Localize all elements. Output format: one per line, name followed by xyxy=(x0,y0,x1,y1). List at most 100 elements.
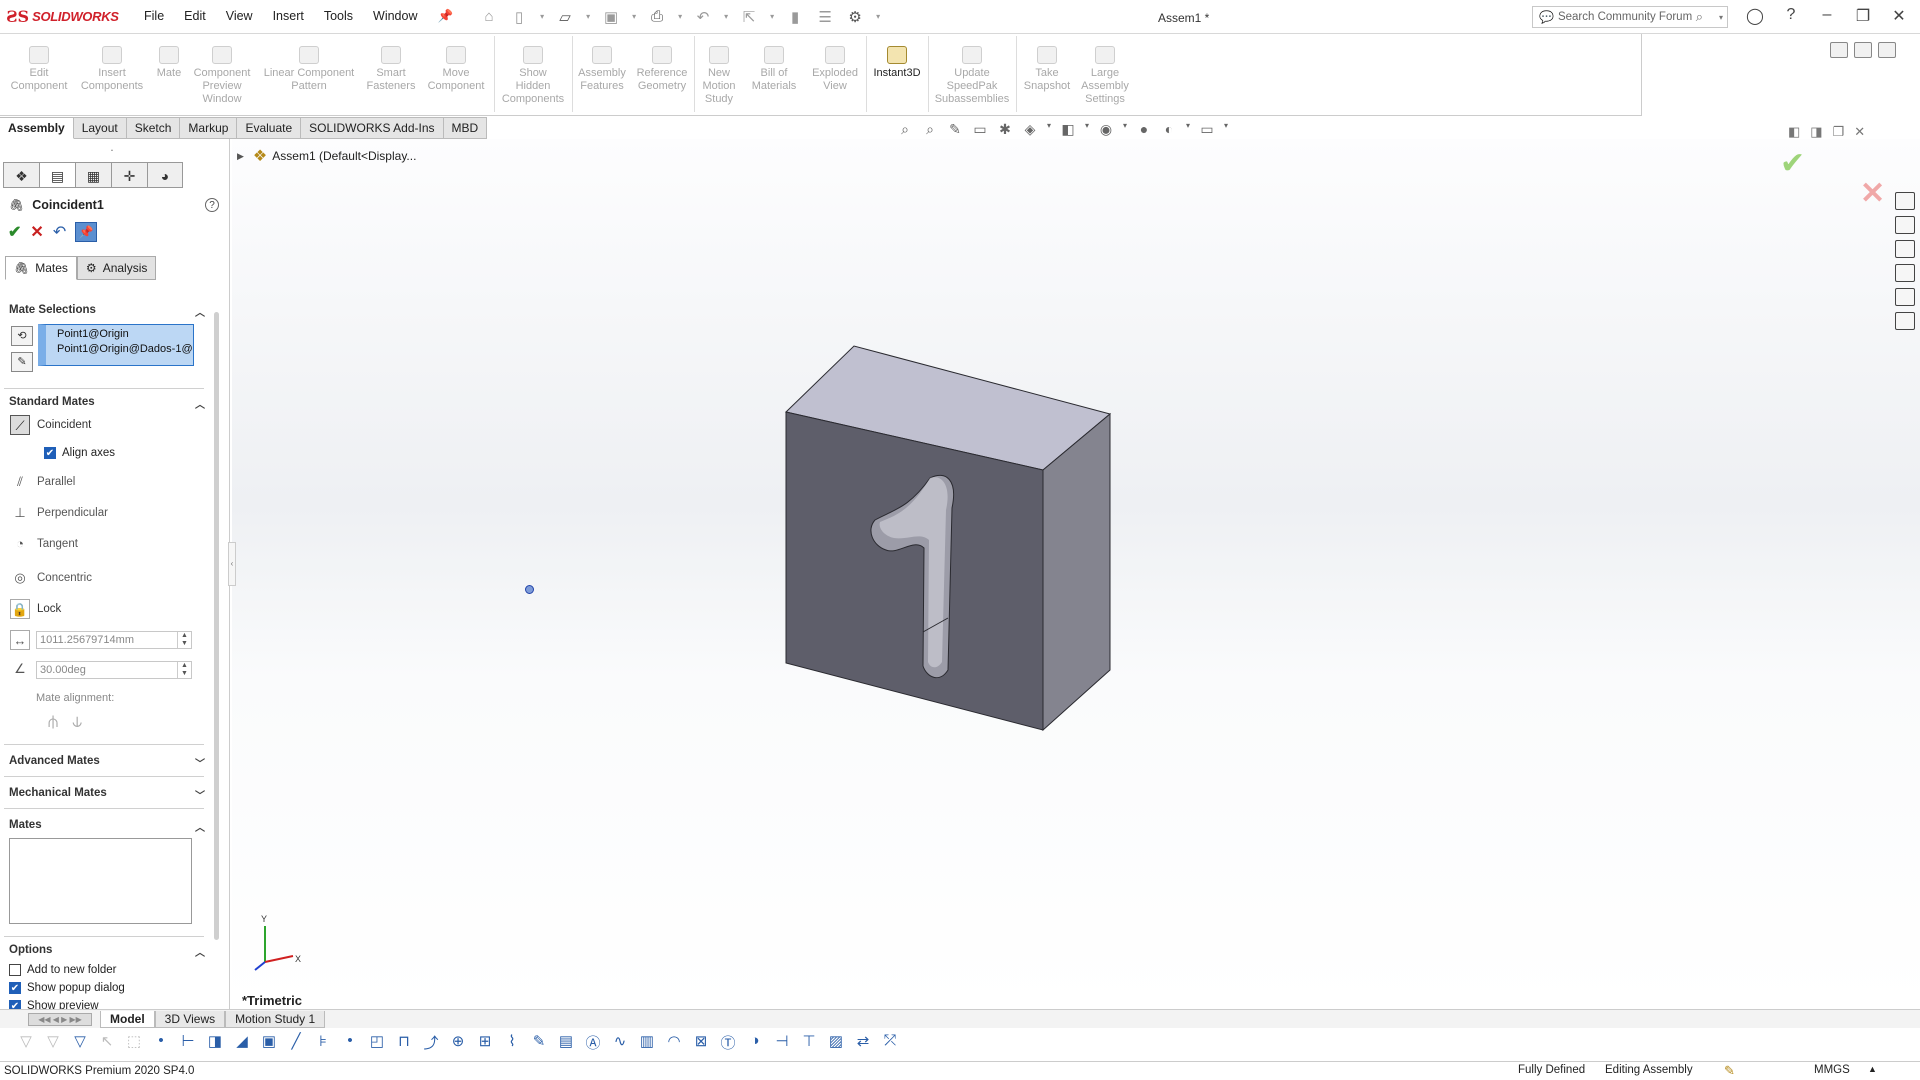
menu-insert[interactable]: Insert xyxy=(263,9,314,24)
line-icon[interactable]: ╱ xyxy=(286,1032,306,1053)
mass-properties-icon[interactable]: ⊠ xyxy=(691,1032,711,1053)
tab-sketch[interactable]: Sketch xyxy=(126,117,181,139)
panel-splitter-handle[interactable]: ‹ xyxy=(228,542,236,586)
display-style-icon[interactable]: ◧ xyxy=(1058,121,1078,138)
measure-icon[interactable]: ◠ xyxy=(664,1032,684,1053)
coincident-mate-option[interactable]: ⟋ Coincident xyxy=(10,415,91,435)
sketch-icon[interactable]: ◰ xyxy=(367,1032,387,1053)
mate-button[interactable]: Mate xyxy=(152,46,186,80)
move-icon[interactable]: ⇄ xyxy=(853,1032,873,1053)
tangent-mate-option[interactable]: ◔ Tangent xyxy=(10,534,78,554)
show-popup-dialog-checkbox[interactable]: ✔ Show popup dialog xyxy=(9,982,125,994)
expand-chevron-down-icon[interactable]: ﹀ xyxy=(195,787,205,802)
tab-3d-views[interactable]: 3D Views xyxy=(154,1010,226,1028)
view-orientation-dropdown-icon[interactable]: ▾ xyxy=(1045,121,1053,138)
viewport-restore-icon[interactable]: ❐ xyxy=(1833,124,1845,140)
plane-icon[interactable]: ◨ xyxy=(205,1032,225,1053)
note-icon[interactable]: ✎ xyxy=(529,1032,549,1053)
bill-of-materials-button[interactable]: Bill of Materials xyxy=(746,46,802,93)
undo-icon[interactable]: ↶ xyxy=(691,8,715,26)
spline-icon[interactable]: ∿ xyxy=(610,1032,630,1053)
save-dropdown-icon[interactable]: ▾ xyxy=(629,12,639,21)
expand-arrow-icon[interactable]: ▶ xyxy=(237,151,244,162)
component-preview-window-button[interactable]: Component Preview Window xyxy=(188,46,256,106)
anti-aligned-icon[interactable]: ⫝ xyxy=(72,712,82,732)
instant3d-button[interactable]: Instant3D xyxy=(868,46,926,80)
lock-mate-option[interactable]: 🔒 Lock xyxy=(10,599,61,619)
options-dropdown-icon[interactable]: ▾ xyxy=(873,12,883,21)
new-dropdown-icon[interactable]: ▾ xyxy=(537,12,547,21)
distance-spinner-icon[interactable]: ▲ ▼ xyxy=(177,632,191,648)
zoom-to-area-icon[interactable]: ⌕ xyxy=(920,121,940,138)
dynamic-annotation-icon[interactable]: ✱ xyxy=(995,121,1015,138)
options-gear-icon[interactable]: ⚙ xyxy=(843,8,867,26)
sketch-segment-icon[interactable]: ⊓ xyxy=(394,1032,414,1053)
tab-assembly[interactable]: Assembly xyxy=(0,117,74,139)
close-icon[interactable]: ✕ xyxy=(1886,6,1912,26)
checkbox-checked-icon[interactable]: ✔ xyxy=(9,982,21,994)
concentric-mate-option[interactable]: ◎ Concentric xyxy=(10,568,92,588)
hide-show-dropdown-icon[interactable]: ▾ xyxy=(1121,121,1129,138)
mate-selection-item[interactable]: Point1@Origin@Dados-1@ xyxy=(57,342,193,357)
hide-show-items-icon[interactable]: ◉ xyxy=(1096,121,1116,138)
tab-mates[interactable]: 🖇 Mates xyxy=(5,256,77,280)
angle-mate-option[interactable]: ∠ xyxy=(10,659,37,679)
standard-mates-header[interactable]: Standard Mates ︿ xyxy=(9,396,205,411)
magnifier-icon[interactable]: ⌕ xyxy=(1696,9,1703,25)
rebuild-icon[interactable]: ▮ xyxy=(783,8,807,26)
print-dropdown-icon[interactable]: ▾ xyxy=(675,12,685,21)
options-header[interactable]: Options ︿ xyxy=(9,944,205,959)
part-model[interactable]: 1 xyxy=(780,340,1120,740)
undo-dropdown-icon[interactable]: ▾ xyxy=(721,12,731,21)
view-settings-dropdown-icon[interactable]: ▾ xyxy=(1222,121,1230,138)
mates-list-header[interactable]: Mates ︿ xyxy=(9,819,205,834)
surface-icon[interactable]: ◢ xyxy=(232,1032,252,1053)
tab-markup[interactable]: Markup xyxy=(180,117,238,139)
text-box-icon[interactable]: Ⓣ xyxy=(718,1032,738,1053)
scene-dropdown-icon[interactable]: ▾ xyxy=(1184,121,1192,138)
search-input[interactable]: Search Community Forum xyxy=(1558,11,1692,23)
update-speedpak-button[interactable]: Update SpeedPak Subassemblies xyxy=(930,46,1014,106)
triad-icon[interactable]: ⤱ xyxy=(880,1032,900,1053)
filter-edges-icon[interactable]: ▽ xyxy=(43,1032,63,1053)
tab-evaluate[interactable]: Evaluate xyxy=(237,117,302,139)
help-question-icon[interactable]: ? xyxy=(205,198,219,212)
windows-icon[interactable] xyxy=(1878,42,1896,58)
checkbox-checked-icon[interactable]: ✔ xyxy=(44,447,56,459)
hole-icon[interactable]: ⊣ xyxy=(772,1032,792,1053)
tab-model[interactable]: Model xyxy=(100,1010,155,1028)
mechanical-mates-header[interactable]: Mechanical Mates ﹀ xyxy=(9,787,205,802)
tab-addins[interactable]: SOLIDWORKS Add-Ins xyxy=(301,117,444,139)
file-explorer-icon[interactable] xyxy=(1895,240,1915,258)
image-icon[interactable]: ▨ xyxy=(826,1032,846,1053)
custom-properties-icon[interactable] xyxy=(1895,312,1915,330)
design-library-icon[interactable] xyxy=(1895,216,1915,234)
camera-icon[interactable] xyxy=(1830,42,1848,58)
edit-appearance-icon[interactable]: ● xyxy=(1134,121,1154,138)
large-assembly-settings-button[interactable]: Large Assembly Settings xyxy=(1078,46,1132,106)
select-dropdown-icon[interactable]: ▾ xyxy=(767,12,777,21)
solidworks-logo[interactable]: ƧS SOLIDWORKS xyxy=(6,7,134,26)
collapse-chevron-up-icon[interactable]: ︿ xyxy=(195,304,205,319)
view-settings-icon[interactable]: ▭ xyxy=(1197,121,1217,138)
display-manager-tab-icon[interactable]: ◕ xyxy=(147,162,183,188)
solidworks-resources-icon[interactable] xyxy=(1895,192,1915,210)
property-manager-scrollbar[interactable] xyxy=(214,312,219,940)
zoom-to-fit-icon[interactable]: ⌕ xyxy=(895,121,915,138)
units-dropdown-icon[interactable]: ▲ xyxy=(1868,1064,1877,1074)
apply-scene-icon[interactable]: ◐ xyxy=(1159,121,1179,138)
filter-faces-icon[interactable]: ▽ xyxy=(70,1032,90,1053)
distance-value-field[interactable]: 1011.25679714mm ▲ ▼ xyxy=(36,631,192,649)
save-icon[interactable]: ▣ xyxy=(599,8,623,26)
flyout-feature-tree[interactable]: ▶ ❖ Assem1 (Default<Display... xyxy=(237,146,416,166)
body-icon[interactable]: ▣ xyxy=(259,1032,279,1053)
checkbox-unchecked-icon[interactable] xyxy=(9,964,21,976)
exploded-view-button[interactable]: Exploded View xyxy=(806,46,864,93)
center-mark-icon[interactable]: ⊤ xyxy=(799,1032,819,1053)
hatch-icon[interactable]: ▥ xyxy=(637,1032,657,1053)
unit-system[interactable]: MMGS xyxy=(1814,1064,1850,1076)
home-icon[interactable]: ⌂ xyxy=(477,8,501,25)
tab-layout[interactable]: Layout xyxy=(73,117,127,139)
parallel-mate-option[interactable]: ⫽ Parallel xyxy=(10,472,75,492)
origin-icon[interactable]: ⊕ xyxy=(448,1032,468,1053)
